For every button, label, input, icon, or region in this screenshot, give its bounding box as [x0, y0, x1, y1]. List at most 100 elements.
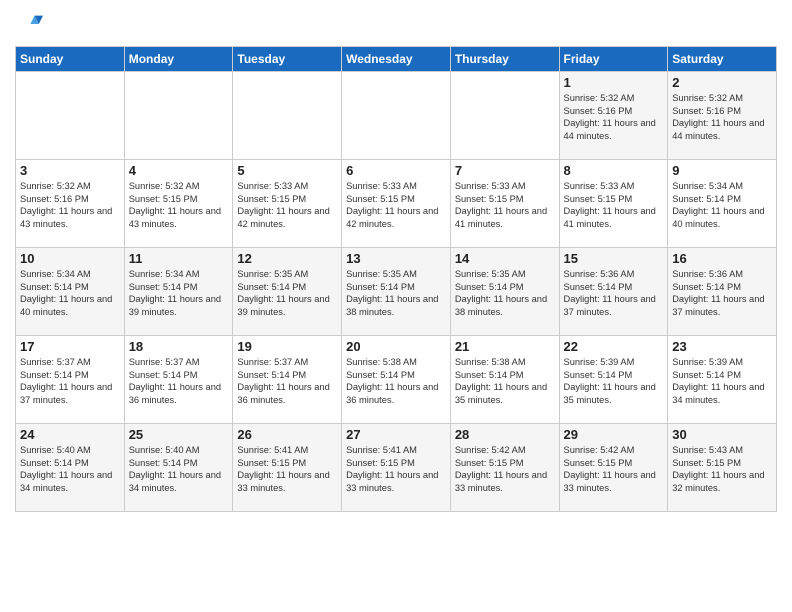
calendar-cell: 27 Sunrise: 5:41 AM Sunset: 5:15 PM Dayli… — [342, 424, 451, 512]
day-number: 30 — [672, 427, 772, 442]
day-info: Sunrise: 5:39 AM Sunset: 5:14 PM Dayligh… — [564, 356, 664, 406]
day-number: 10 — [20, 251, 120, 266]
day-info: Sunrise: 5:36 AM Sunset: 5:14 PM Dayligh… — [564, 268, 664, 318]
day-number: 16 — [672, 251, 772, 266]
day-info: Sunrise: 5:42 AM Sunset: 5:15 PM Dayligh… — [455, 444, 555, 494]
day-info: Sunrise: 5:43 AM Sunset: 5:15 PM Dayligh… — [672, 444, 772, 494]
weekday-header-wednesday: Wednesday — [342, 47, 451, 72]
calendar-cell: 15 Sunrise: 5:36 AM Sunset: 5:14 PM Dayli… — [559, 248, 668, 336]
calendar-cell: 19 Sunrise: 5:37 AM Sunset: 5:14 PM Dayli… — [233, 336, 342, 424]
day-info: Sunrise: 5:32 AM Sunset: 5:16 PM Dayligh… — [20, 180, 120, 230]
calendar-cell: 6 Sunrise: 5:33 AM Sunset: 5:15 PM Daylig… — [342, 160, 451, 248]
weekday-header-sunday: Sunday — [16, 47, 125, 72]
calendar-cell: 26 Sunrise: 5:41 AM Sunset: 5:15 PM Dayli… — [233, 424, 342, 512]
calendar-week-4: 17 Sunrise: 5:37 AM Sunset: 5:14 PM Dayli… — [16, 336, 777, 424]
calendar-cell: 5 Sunrise: 5:33 AM Sunset: 5:15 PM Daylig… — [233, 160, 342, 248]
calendar-cell: 10 Sunrise: 5:34 AM Sunset: 5:14 PM Dayli… — [16, 248, 125, 336]
day-number: 23 — [672, 339, 772, 354]
calendar-cell: 4Sunrise: 5:32 AM Sunset: 5:15 PM Daylig… — [124, 160, 233, 248]
day-number: 29 — [564, 427, 664, 442]
day-number: 3 — [20, 163, 120, 178]
day-number: 12 — [237, 251, 337, 266]
day-number: 20 — [346, 339, 446, 354]
calendar-cell: 8 Sunrise: 5:33 AM Sunset: 5:15 PM Daylig… — [559, 160, 668, 248]
day-number: 22 — [564, 339, 664, 354]
day-number: 7 — [455, 163, 555, 178]
day-number: 8 — [564, 163, 664, 178]
day-info: Sunrise: 5:33 AM Sunset: 5:15 PM Dayligh… — [564, 180, 664, 230]
calendar-cell — [16, 72, 125, 160]
calendar-cell: 13Sunrise: 5:35 AM Sunset: 5:14 PM Dayli… — [342, 248, 451, 336]
logo — [15, 10, 47, 38]
day-number: 17 — [20, 339, 120, 354]
weekday-header-row: SundayMondayTuesdayWednesdayThursdayFrid… — [16, 47, 777, 72]
calendar-cell: 25 Sunrise: 5:40 AM Sunset: 5:14 PM Dayli… — [124, 424, 233, 512]
day-info: Sunrise: 5:38 AM Sunset: 5:14 PM Dayligh… — [455, 356, 555, 406]
weekday-header-friday: Friday — [559, 47, 668, 72]
day-number: 2 — [672, 75, 772, 90]
calendar-cell: 18Sunrise: 5:37 AM Sunset: 5:14 PM Dayli… — [124, 336, 233, 424]
calendar-week-5: 24 Sunrise: 5:40 AM Sunset: 5:14 PM Dayli… — [16, 424, 777, 512]
day-info: Sunrise: 5:42 AM Sunset: 5:15 PM Dayligh… — [564, 444, 664, 494]
calendar-cell: 23 Sunrise: 5:39 AM Sunset: 5:14 PM Dayli… — [668, 336, 777, 424]
calendar-week-1: 1Sunrise: 5:32 AM Sunset: 5:16 PM Daylig… — [16, 72, 777, 160]
weekday-header-saturday: Saturday — [668, 47, 777, 72]
day-info: Sunrise: 5:32 AM Sunset: 5:16 PM Dayligh… — [672, 92, 772, 142]
calendar-cell: 16 Sunrise: 5:36 AM Sunset: 5:14 PM Dayli… — [668, 248, 777, 336]
day-info: Sunrise: 5:33 AM Sunset: 5:15 PM Dayligh… — [237, 180, 337, 230]
day-number: 26 — [237, 427, 337, 442]
logo-icon — [15, 10, 43, 38]
calendar-table: SundayMondayTuesdayWednesdayThursdayFrid… — [15, 46, 777, 512]
day-info: Sunrise: 5:32 AM Sunset: 5:16 PM Dayligh… — [564, 92, 664, 142]
weekday-header-tuesday: Tuesday — [233, 47, 342, 72]
day-info: Sunrise: 5:38 AM Sunset: 5:14 PM Dayligh… — [346, 356, 446, 406]
calendar-cell: 14 Sunrise: 5:35 AM Sunset: 5:14 PM Dayli… — [450, 248, 559, 336]
calendar-cell: 21 Sunrise: 5:38 AM Sunset: 5:14 PM Dayli… — [450, 336, 559, 424]
calendar-cell: 20 Sunrise: 5:38 AM Sunset: 5:14 PM Dayli… — [342, 336, 451, 424]
calendar-cell: 1Sunrise: 5:32 AM Sunset: 5:16 PM Daylig… — [559, 72, 668, 160]
day-info: Sunrise: 5:34 AM Sunset: 5:14 PM Dayligh… — [129, 268, 229, 318]
day-info: Sunrise: 5:36 AM Sunset: 5:14 PM Dayligh… — [672, 268, 772, 318]
day-info: Sunrise: 5:37 AM Sunset: 5:14 PM Dayligh… — [237, 356, 337, 406]
weekday-header-thursday: Thursday — [450, 47, 559, 72]
day-info: Sunrise: 5:33 AM Sunset: 5:15 PM Dayligh… — [346, 180, 446, 230]
day-number: 15 — [564, 251, 664, 266]
day-number: 21 — [455, 339, 555, 354]
day-number: 6 — [346, 163, 446, 178]
calendar-cell: 17 Sunrise: 5:37 AM Sunset: 5:14 PM Dayli… — [16, 336, 125, 424]
calendar-cell — [124, 72, 233, 160]
day-info: Sunrise: 5:37 AM Sunset: 5:14 PM Dayligh… — [20, 356, 120, 406]
day-number: 24 — [20, 427, 120, 442]
calendar-cell: 7 Sunrise: 5:33 AM Sunset: 5:15 PM Daylig… — [450, 160, 559, 248]
calendar-cell: 28 Sunrise: 5:42 AM Sunset: 5:15 PM Dayli… — [450, 424, 559, 512]
calendar-cell: 12 Sunrise: 5:35 AM Sunset: 5:14 PM Dayli… — [233, 248, 342, 336]
day-info: Sunrise: 5:34 AM Sunset: 5:14 PM Dayligh… — [20, 268, 120, 318]
weekday-header-monday: Monday — [124, 47, 233, 72]
day-number: 13 — [346, 251, 446, 266]
calendar-cell — [450, 72, 559, 160]
day-info: Sunrise: 5:39 AM Sunset: 5:14 PM Dayligh… — [672, 356, 772, 406]
day-info: Sunrise: 5:35 AM Sunset: 5:14 PM Dayligh… — [237, 268, 337, 318]
day-info: Sunrise: 5:40 AM Sunset: 5:14 PM Dayligh… — [129, 444, 229, 494]
day-number: 14 — [455, 251, 555, 266]
calendar-cell: 3 Sunrise: 5:32 AM Sunset: 5:16 PM Daylig… — [16, 160, 125, 248]
calendar-week-2: 3 Sunrise: 5:32 AM Sunset: 5:16 PM Daylig… — [16, 160, 777, 248]
day-number: 9 — [672, 163, 772, 178]
calendar-cell: 22 Sunrise: 5:39 AM Sunset: 5:14 PM Dayli… — [559, 336, 668, 424]
day-number: 5 — [237, 163, 337, 178]
day-info: Sunrise: 5:35 AM Sunset: 5:14 PM Dayligh… — [455, 268, 555, 318]
day-info: Sunrise: 5:34 AM Sunset: 5:14 PM Dayligh… — [672, 180, 772, 230]
day-number: 25 — [129, 427, 229, 442]
day-info: Sunrise: 5:41 AM Sunset: 5:15 PM Dayligh… — [237, 444, 337, 494]
calendar-week-3: 10 Sunrise: 5:34 AM Sunset: 5:14 PM Dayli… — [16, 248, 777, 336]
calendar-cell: 29 Sunrise: 5:42 AM Sunset: 5:15 PM Dayli… — [559, 424, 668, 512]
day-number: 28 — [455, 427, 555, 442]
day-info: Sunrise: 5:41 AM Sunset: 5:15 PM Dayligh… — [346, 444, 446, 494]
calendar-cell — [233, 72, 342, 160]
day-number: 11 — [129, 251, 229, 266]
page: SundayMondayTuesdayWednesdayThursdayFrid… — [0, 0, 792, 522]
day-number: 19 — [237, 339, 337, 354]
day-info: Sunrise: 5:33 AM Sunset: 5:15 PM Dayligh… — [455, 180, 555, 230]
calendar-cell — [342, 72, 451, 160]
day-number: 27 — [346, 427, 446, 442]
